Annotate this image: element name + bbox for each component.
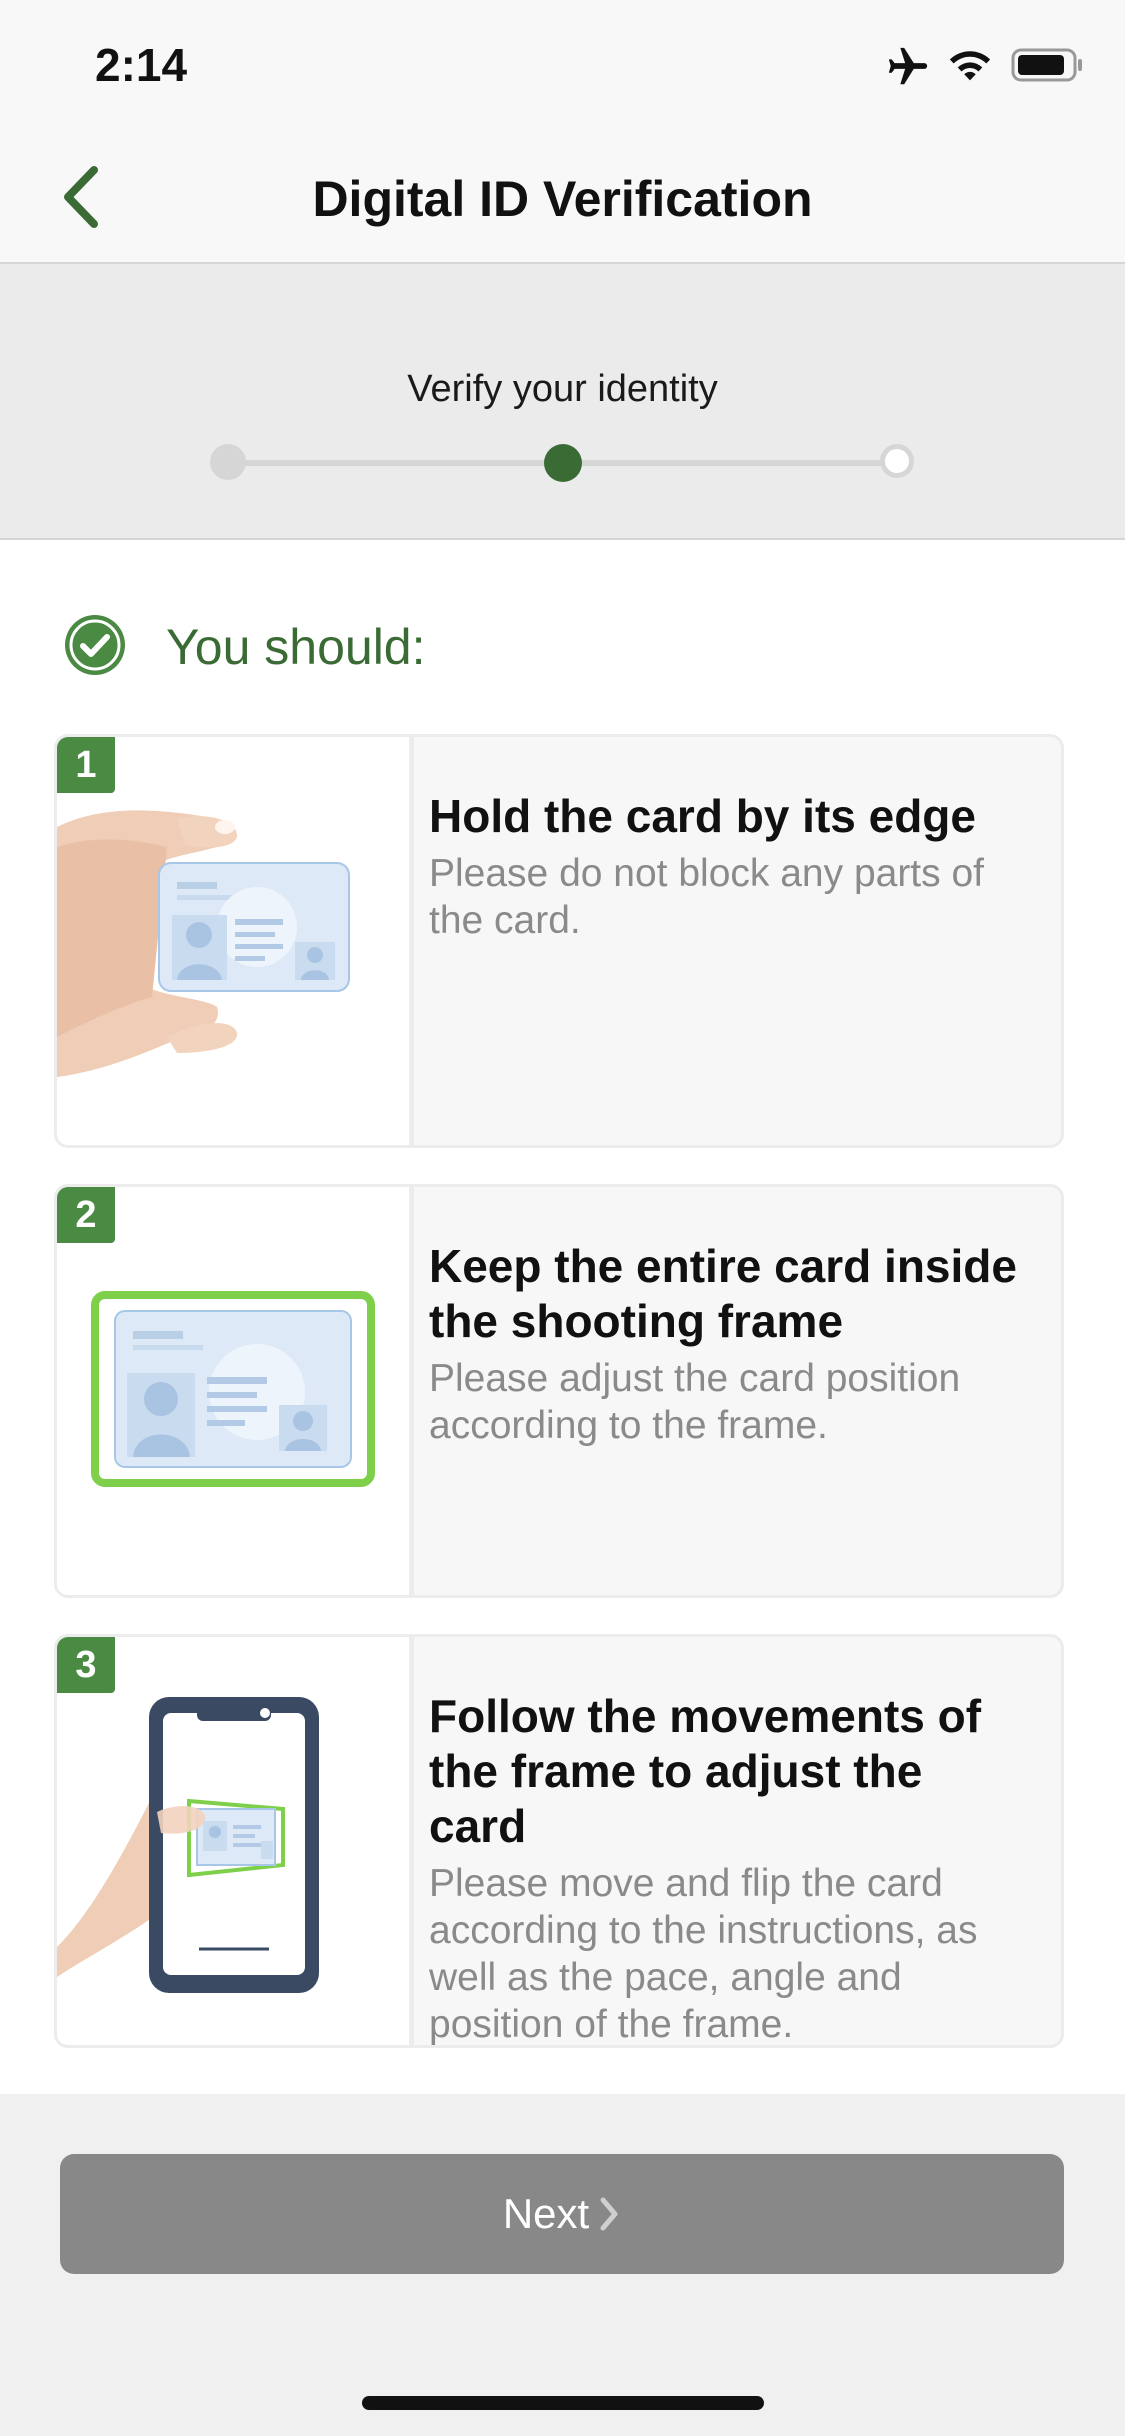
step-2-text: Keep the entire card inside the shooting… <box>429 1239 1031 1449</box>
step-3-text: Follow the movements of the frame to adj… <box>429 1689 1031 2046</box>
step-3-illustration: 3 <box>57 1637 414 2045</box>
step-number-badge: 2 <box>57 1187 115 1243</box>
progress-label: Verify your identity <box>407 368 718 410</box>
phone-scanning-card-illustration <box>57 1697 319 1993</box>
wifi-icon <box>949 51 991 81</box>
step-title: Keep the entire card inside the shooting… <box>429 1240 1017 1347</box>
step-title: Hold the card by its edge <box>429 790 976 842</box>
step-1-illustration: 1 <box>57 737 414 1145</box>
step-card-2: 2 Keep the entire card inside the shooti… <box>54 1184 1064 1598</box>
step-number-badge: 1 <box>57 737 115 793</box>
step-description: Please move and flip the card according … <box>429 1862 978 2046</box>
progress-step-2-current <box>544 444 582 482</box>
progress-step-3 <box>880 444 914 478</box>
progress-step-1 <box>210 444 246 480</box>
step-card-1: 1 Hold the card by its edge Please do no… <box>54 734 1064 1148</box>
footer: Next <box>0 2094 1125 2436</box>
chevron-right-icon <box>600 2197 618 2231</box>
step-card-3: 3 Follow the movements of the frame to a… <box>54 1634 1064 2048</box>
page-title: Digital ID Verification <box>312 171 813 227</box>
step-2-illustration: 2 <box>57 1187 414 1595</box>
card-in-frame-illustration <box>91 1291 375 1487</box>
progress-section: Verify your identity <box>0 264 1125 540</box>
step-description: Please do not block any parts of the car… <box>429 852 985 942</box>
hand-holding-card-illustration <box>57 810 350 1077</box>
status-bar: 2:14 <box>0 0 1125 132</box>
step-1-text: Hold the card by its edge Please do not … <box>429 789 1031 944</box>
instructions-content: You should: 1 Hold the card by its edge … <box>0 540 1125 2094</box>
next-button[interactable]: Next <box>60 2154 1064 2274</box>
airplane-icon <box>888 47 928 85</box>
home-indicator <box>362 2396 764 2410</box>
status-time: 2:14 <box>95 39 188 91</box>
status-icons <box>885 44 1085 94</box>
navigation-bar: Digital ID Verification <box>0 132 1125 264</box>
check-circle-icon <box>65 615 125 675</box>
section-heading-label: You should: <box>166 619 426 675</box>
step-title: Follow the movements of the frame to adj… <box>429 1690 982 1852</box>
step-description: Please adjust the card position accordin… <box>429 1357 961 1447</box>
next-button-label: Next <box>502 2190 590 2237</box>
step-number-badge: 3 <box>57 1637 115 1693</box>
battery-icon <box>1011 48 1082 82</box>
